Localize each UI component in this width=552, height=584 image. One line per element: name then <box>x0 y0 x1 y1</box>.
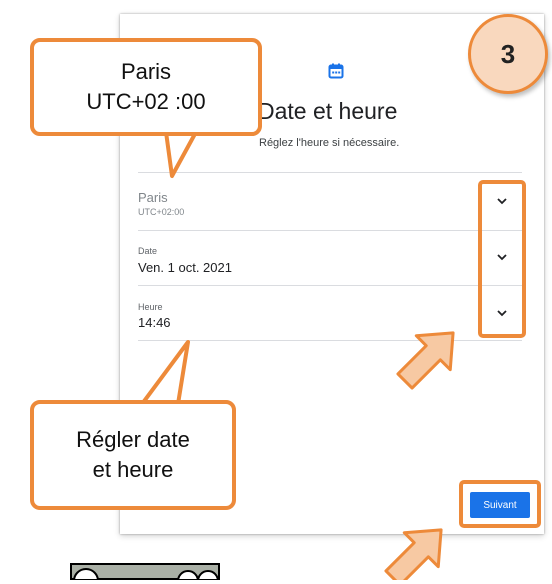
arrow-icon <box>384 528 443 580</box>
arrow-icon <box>396 331 455 390</box>
callout-adjust: Régler date et heure <box>30 400 236 510</box>
callout-tail <box>140 340 190 406</box>
license-badge <box>70 563 220 584</box>
callout-line: Régler date <box>76 427 190 452</box>
callout-line: et heure <box>92 457 174 482</box>
callout-tail <box>164 130 198 178</box>
callout-line: UTC+02 :00 <box>86 89 206 114</box>
callout-line: Paris <box>120 59 172 84</box>
step-badge: 3 <box>468 14 548 94</box>
callout-timezone: Paris UTC+02 :00 <box>30 38 262 136</box>
